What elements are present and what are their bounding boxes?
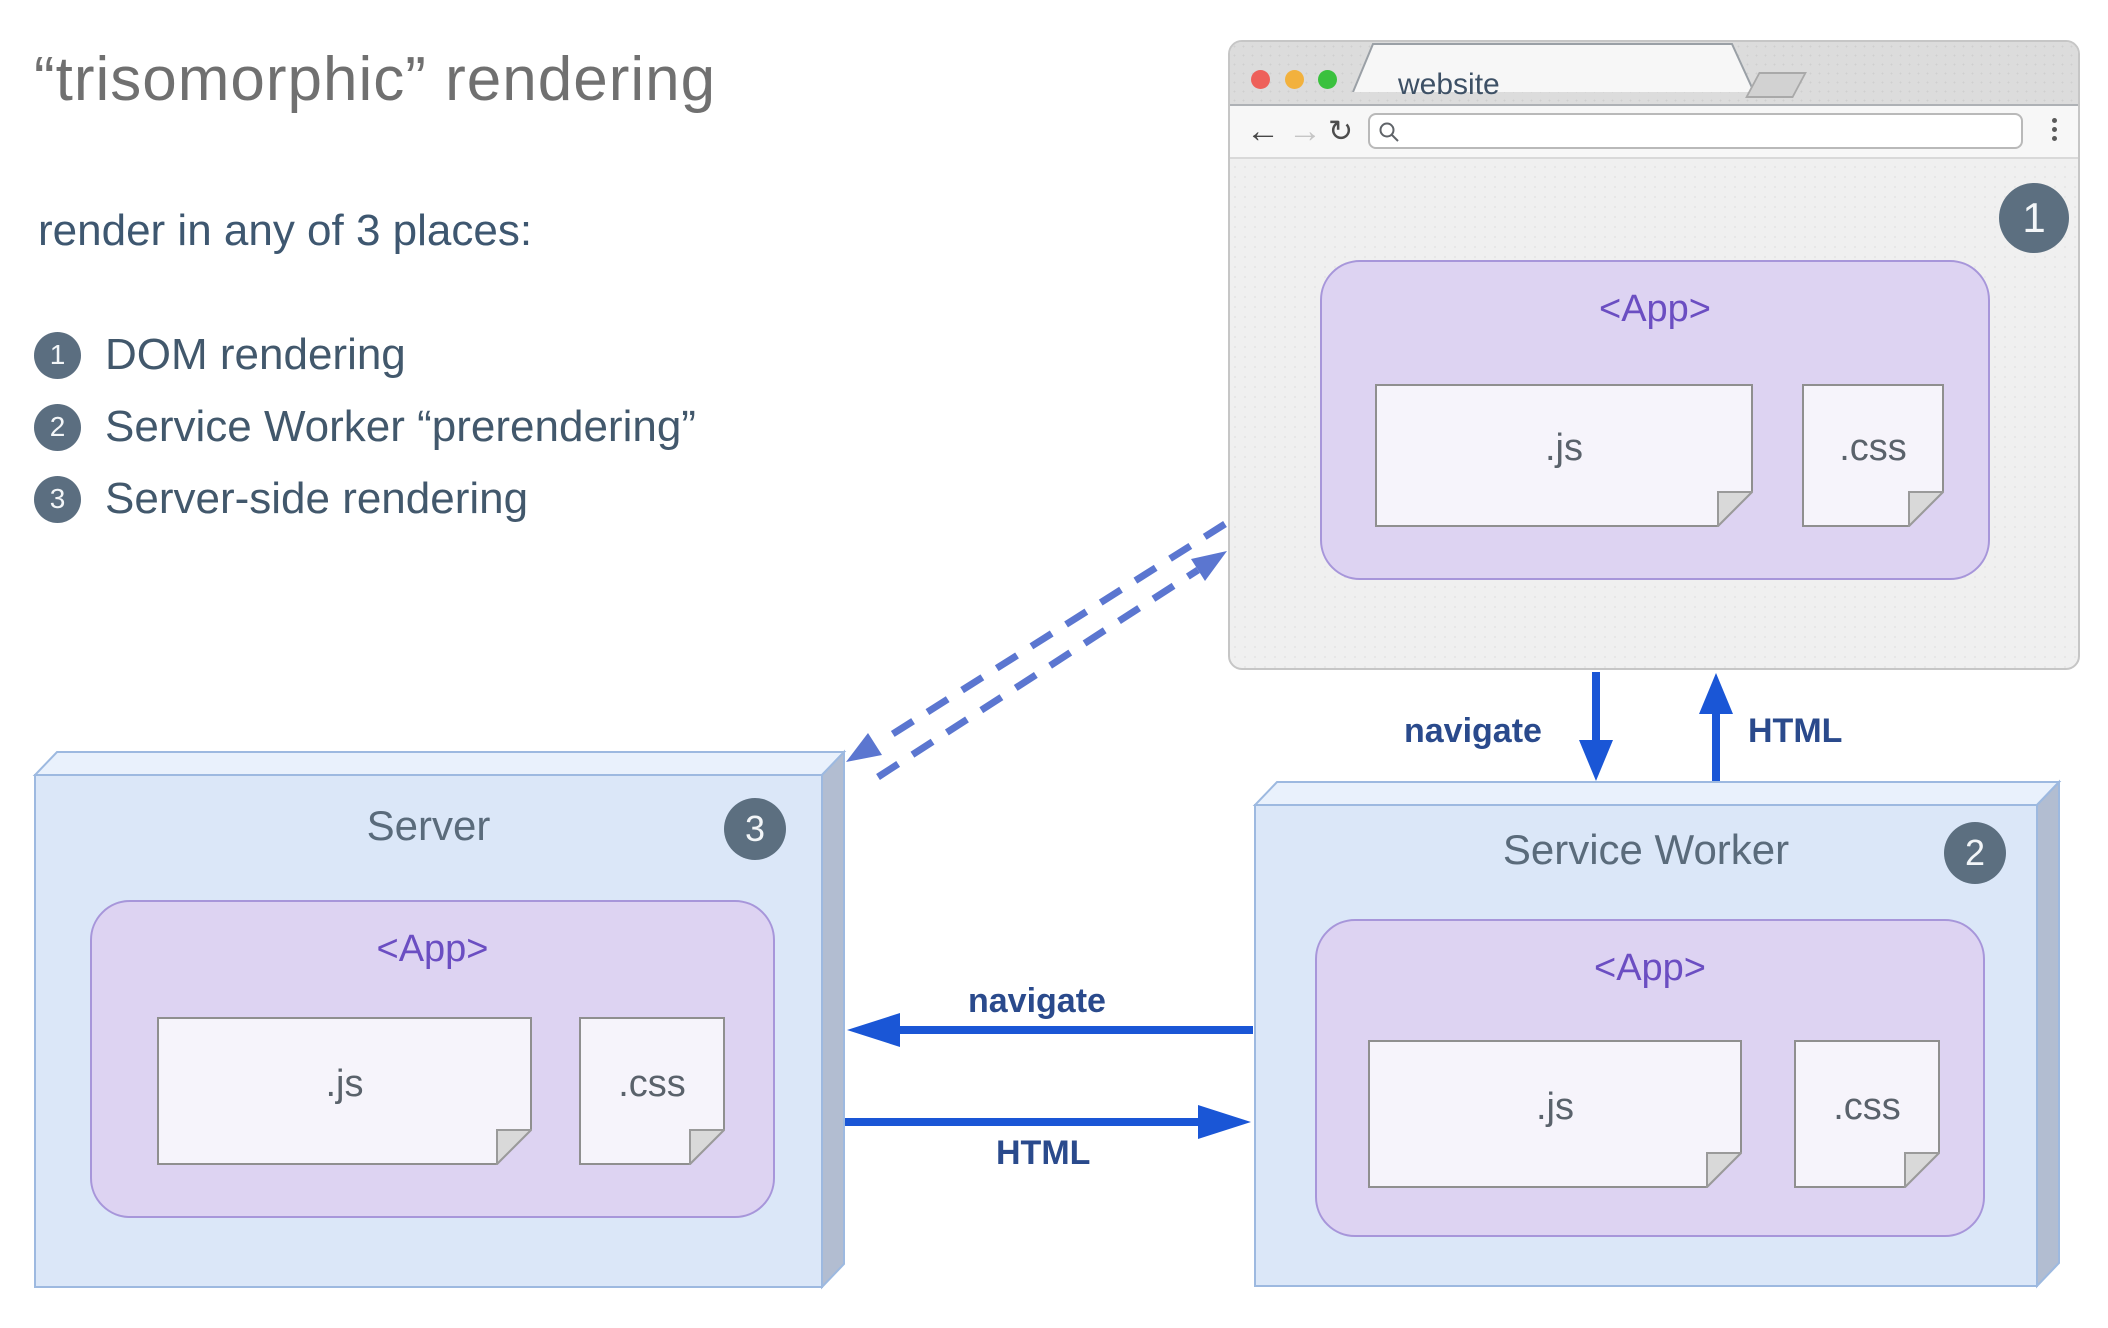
render-places-list: 1 DOM rendering 2 Service Worker “preren… [34,330,696,546]
list-badge-2: 2 [34,403,81,451]
css-file-label: .css [1839,427,1907,469]
page-subtitle: render in any of 3 places: [38,206,533,255]
minimize-window-button[interactable] [1285,70,1304,89]
js-file-label: .js [325,1062,364,1105]
app-label: <App> [1599,288,1711,330]
html-arrow-up [1699,673,1733,781]
list-item-dom-rendering: 1 DOM rendering [34,330,696,380]
js-file: .js [157,1017,532,1165]
list-item-sw-prerendering: 2 Service Worker “prerendering” [34,402,696,452]
html-horizontal-label: HTML [996,1134,1091,1172]
js-file: .js [1368,1040,1742,1188]
service-worker-app-box: <App> .js .css [1315,919,1985,1237]
browser-app-box: <App> .js .css [1320,260,1990,580]
navigate-arrow-down [1579,672,1613,781]
dashed-arrow-to-server [846,521,1227,762]
step-badge-3: 3 [724,798,786,860]
list-item-label: Server-side rendering [105,474,529,523]
dashed-arrow-to-browser [876,551,1227,780]
js-file: .js [1375,384,1753,527]
js-file-label: .js [1545,427,1583,469]
js-file-label: .js [1536,1085,1574,1128]
navigate-horizontal-label: navigate [968,982,1106,1020]
step-badge-2: 2 [1944,822,2006,884]
trisomorphic-rendering-diagram: “trisomorphic” rendering render in any o… [0,0,2108,1328]
app-label: <App> [1594,947,1706,989]
css-file: .css [1794,1040,1940,1188]
navigate-vertical-label: navigate [1404,712,1542,750]
css-file-label: .css [618,1062,686,1105]
forward-button[interactable]: → [1288,108,1322,155]
css-file: .css [1802,384,1944,527]
server-title: Server [366,802,491,849]
close-window-button[interactable] [1251,70,1270,89]
search-icon [1379,122,1399,142]
step-badge-1: 1 [1999,183,2069,253]
list-badge-1: 1 [34,331,81,379]
reload-button[interactable]: ↻ [1328,108,1353,155]
browser-window: website ← → ↻ 1 <App> .js .css [1228,40,2080,670]
html-vertical-label: HTML [1748,712,1843,750]
list-badge-3: 3 [34,475,81,523]
server-app-box: <App> .js .css [90,900,775,1218]
css-file: .css [579,1017,725,1165]
browser-navbar: ← → ↻ [1230,106,2078,159]
browser-menu-button[interactable] [2052,118,2058,145]
list-item-label: Service Worker “prerendering” [105,402,696,451]
list-item-label: DOM rendering [105,330,406,379]
page-title: “trisomorphic” rendering [34,45,717,114]
address-input[interactable] [1368,113,2023,149]
service-worker-title: Service Worker [1502,826,1790,873]
maximize-window-button[interactable] [1318,70,1337,89]
browser-titlebar: website [1230,42,2078,106]
back-button[interactable]: ← [1246,108,1280,155]
app-label: <App> [376,928,489,970]
list-item-server-side-rendering: 3 Server-side rendering [34,474,696,524]
tab-title: website [1398,68,1500,101]
css-file-label: .css [1833,1085,1901,1128]
